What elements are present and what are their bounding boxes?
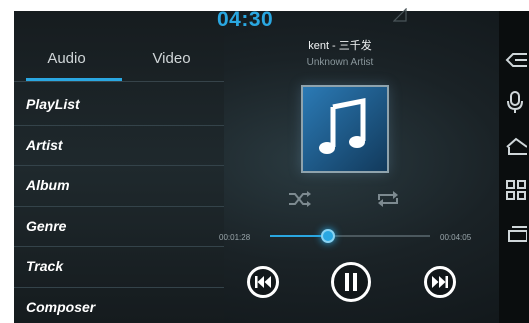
home-icon[interactable] — [505, 135, 527, 157]
library-panel: Audio Video PlayList Artist Album Genre … — [14, 11, 224, 323]
media-tabs: Audio Video — [14, 45, 224, 85]
song-artist: Unknown Artist — [306, 57, 374, 68]
back-icon[interactable] — [505, 49, 527, 71]
menu-item-artist[interactable]: Artist — [14, 126, 224, 166]
total-time: 00:04:05 — [440, 233, 472, 242]
tabs-divider — [14, 81, 224, 82]
library-menu: PlayList Artist Album Genre Track Compos… — [14, 85, 224, 323]
pause-icon — [345, 273, 357, 291]
menu-item-track[interactable]: Track — [14, 247, 224, 288]
apps-grid-icon[interactable] — [505, 179, 527, 201]
previous-button[interactable] — [247, 266, 279, 298]
skip-previous-icon — [255, 276, 271, 288]
skip-next-icon — [432, 276, 448, 288]
tab-video[interactable]: Video — [119, 45, 224, 81]
menu-item-genre[interactable]: Genre — [14, 207, 224, 247]
signal-icon — [393, 8, 407, 22]
music-note-icon — [303, 87, 387, 171]
seek-bar-thumb[interactable] — [320, 229, 335, 243]
repeat-icon[interactable] — [375, 190, 401, 208]
album-art — [301, 85, 389, 173]
tab-audio[interactable]: Audio — [14, 45, 119, 81]
seek-bar-progress — [270, 235, 328, 237]
next-button[interactable] — [424, 266, 456, 298]
menu-item-album[interactable]: Album — [14, 166, 224, 207]
menu-item-composer[interactable]: Composer — [14, 288, 224, 323]
elapsed-time: 00:01:28 — [219, 233, 251, 242]
shuffle-icon[interactable] — [287, 190, 313, 208]
song-title: kent - 三千发 — [308, 40, 372, 52]
pause-button[interactable] — [331, 262, 371, 302]
menu-item-playlist[interactable]: PlayList — [14, 85, 224, 126]
status-clock: 04:30 — [217, 8, 274, 31]
system-nav-bar — [499, 11, 529, 323]
recent-apps-icon[interactable] — [505, 223, 527, 245]
microphone-icon[interactable] — [505, 91, 527, 113]
